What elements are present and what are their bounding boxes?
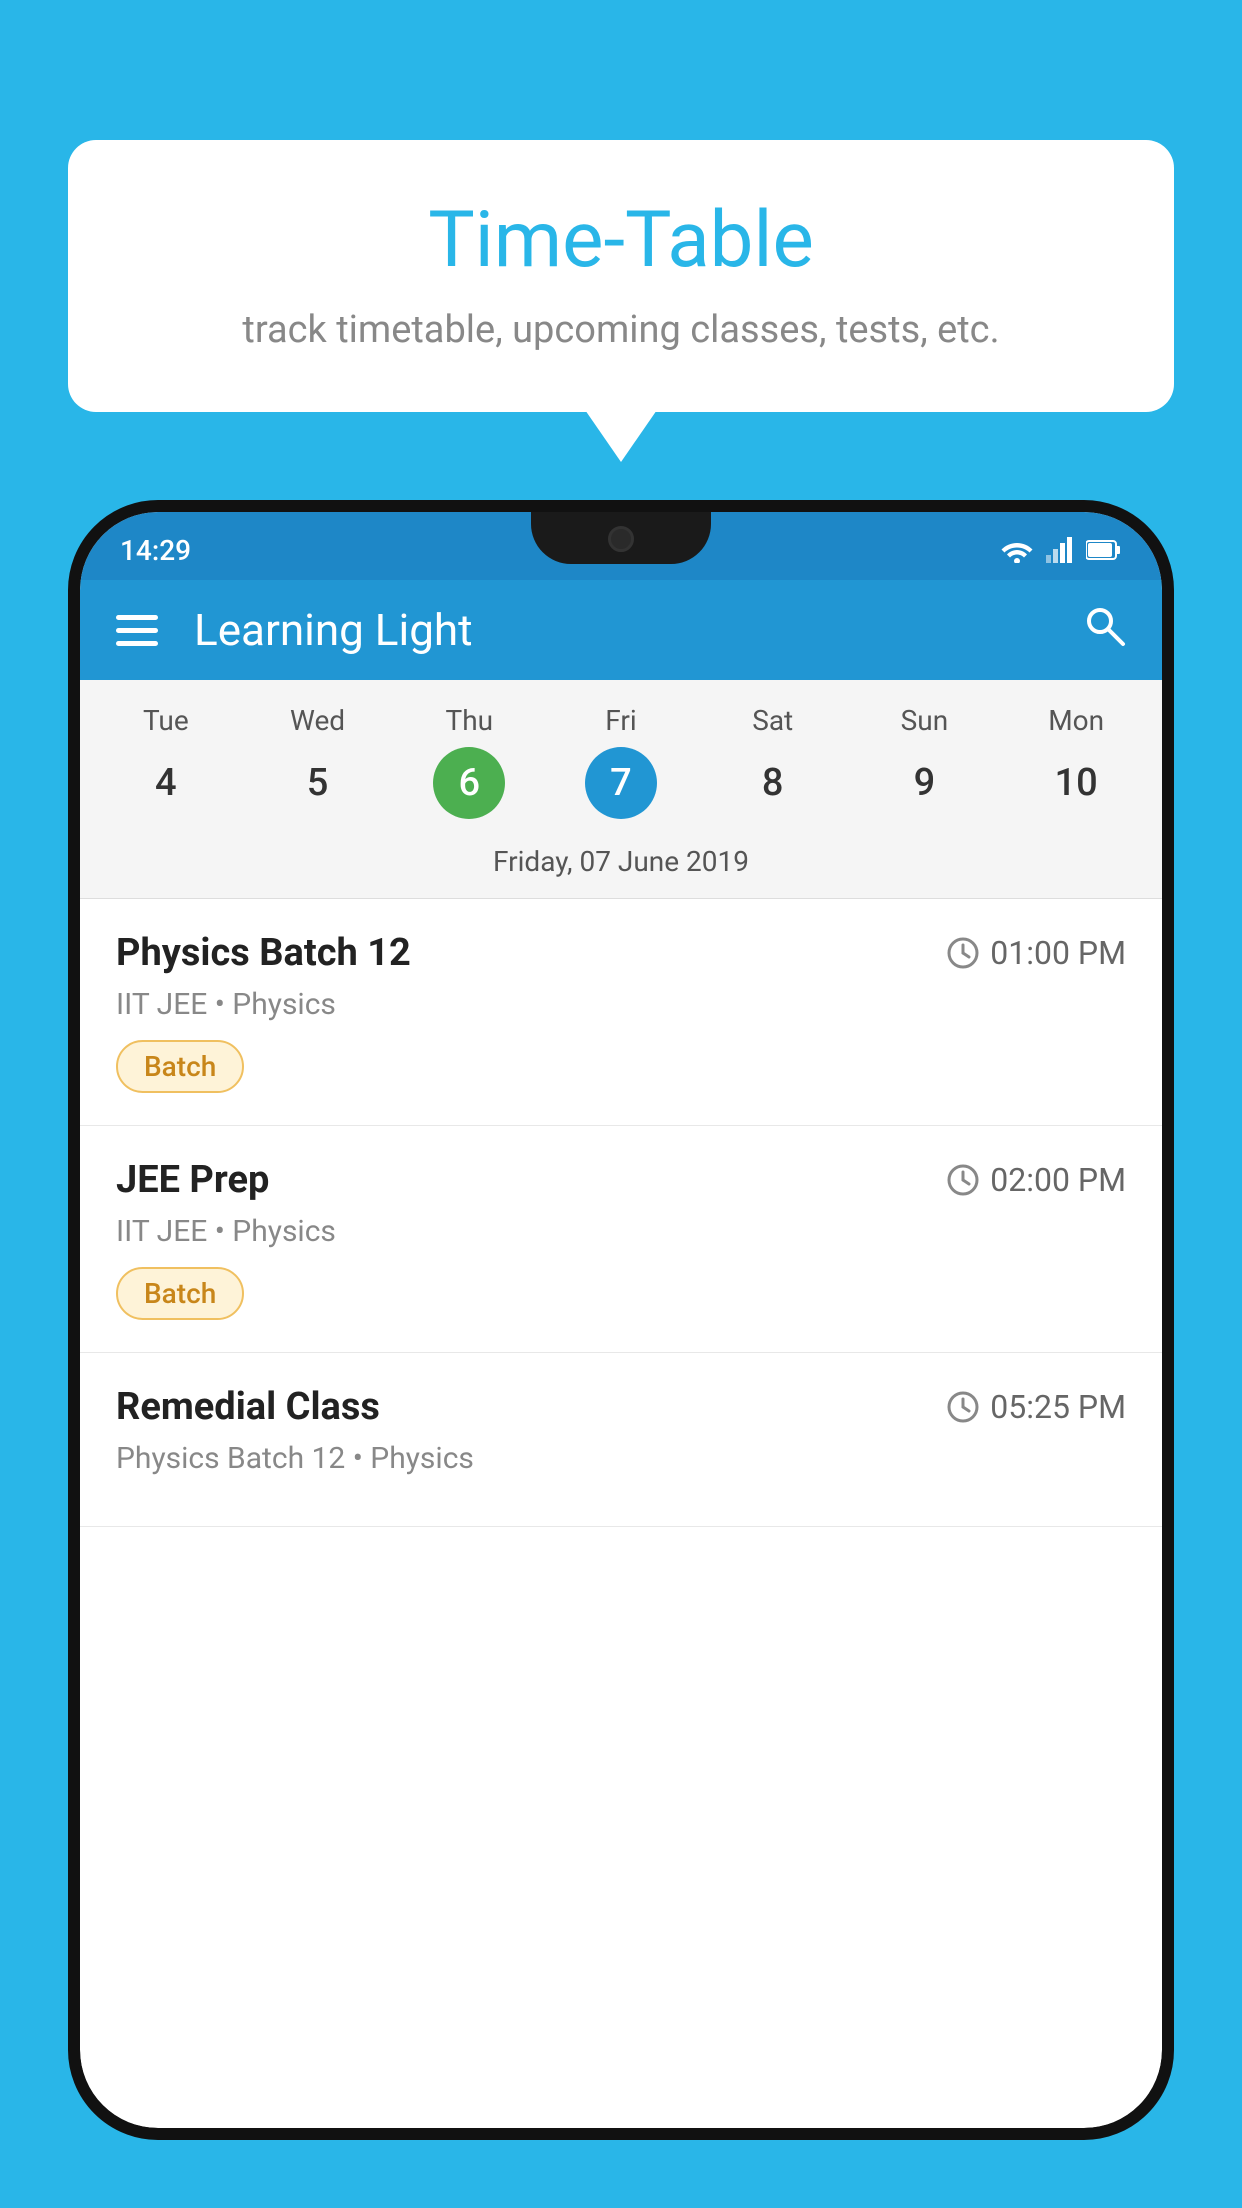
clock-icon-3 (946, 1390, 980, 1424)
schedule-item-physics-batch[interactable]: Physics Batch 12 01:00 PM IIT JEE • Phys… (80, 899, 1162, 1126)
schedule-item-title-3: Remedial Class (116, 1385, 380, 1429)
hamburger-line-1 (116, 615, 158, 620)
schedule-item-time-3: 05:25 PM (946, 1388, 1126, 1426)
date-circle-9: 9 (888, 747, 960, 819)
date-item-8[interactable]: 8 (697, 747, 849, 819)
volume-silent-button (68, 752, 78, 812)
search-button[interactable] (1082, 603, 1126, 658)
speech-bubble-container: Time-Table track timetable, upcoming cla… (68, 140, 1174, 412)
date-item-5[interactable]: 5 (242, 747, 394, 819)
weekdays-row: Tue Wed Thu Fri Sat Sun Mon (80, 704, 1162, 737)
weekday-thu: Thu (393, 704, 545, 737)
date-item-4[interactable]: 4 (90, 747, 242, 819)
schedule-item-subtitle-1: IIT JEE • Physics (116, 987, 1126, 1022)
date-circle-8: 8 (737, 747, 809, 819)
battery-icon (1086, 539, 1122, 561)
date-item-9[interactable]: 9 (849, 747, 1001, 819)
phone-container: 14:29 (68, 500, 1174, 2208)
calendar-strip: Tue Wed Thu Fri Sat Sun Mon 4 5 (80, 680, 1162, 899)
date-circle-5: 5 (282, 747, 354, 819)
schedule-item-title-1: Physics Batch 12 (116, 931, 411, 975)
date-item-10[interactable]: 10 (1000, 747, 1152, 819)
clock-icon-2 (946, 1163, 980, 1197)
phone-camera (608, 526, 634, 552)
status-icons (1000, 537, 1122, 563)
hamburger-line-3 (116, 641, 158, 646)
schedule-item-header-1: Physics Batch 12 01:00 PM (116, 931, 1126, 975)
time-label-3: 05:25 PM (990, 1388, 1126, 1426)
schedule-item-jee-prep[interactable]: JEE Prep 02:00 PM IIT JEE • Physics Batc… (80, 1126, 1162, 1353)
time-label-2: 02:00 PM (990, 1161, 1126, 1199)
date-circle-10: 10 (1040, 747, 1112, 819)
dates-row: 4 5 6 7 8 9 (80, 747, 1162, 819)
speech-bubble: Time-Table track timetable, upcoming cla… (68, 140, 1174, 412)
schedule-item-remedial[interactable]: Remedial Class 05:25 PM Physics Batch 12… (80, 1353, 1162, 1527)
weekday-tue: Tue (90, 704, 242, 737)
weekday-mon: Mon (1000, 704, 1152, 737)
schedule-item-time-2: 02:00 PM (946, 1161, 1126, 1199)
schedule-item-header-2: JEE Prep 02:00 PM (116, 1158, 1126, 1202)
date-circle-4: 4 (130, 747, 202, 819)
date-item-6[interactable]: 6 (393, 747, 545, 819)
app-title: Learning Light (194, 604, 1082, 656)
status-time: 14:29 (120, 534, 191, 567)
weekday-fri: Fri (545, 704, 697, 737)
schedule-item-subtitle-3: Physics Batch 12 • Physics (116, 1441, 1126, 1476)
hamburger-line-2 (116, 628, 158, 633)
weekday-sun: Sun (849, 704, 1001, 737)
schedule-container: Physics Batch 12 01:00 PM IIT JEE • Phys… (80, 899, 1162, 1527)
wifi-icon (1000, 537, 1034, 563)
weekday-wed: Wed (242, 704, 394, 737)
bubble-title: Time-Table (128, 195, 1114, 286)
schedule-item-subtitle-2: IIT JEE • Physics (116, 1214, 1126, 1249)
app-bar: Learning Light (80, 580, 1162, 680)
volume-up-button (68, 842, 78, 952)
bubble-subtitle: track timetable, upcoming classes, tests… (128, 308, 1114, 352)
schedule-item-header-3: Remedial Class 05:25 PM (116, 1385, 1126, 1429)
signal-icon (1046, 537, 1074, 563)
date-item-7[interactable]: 7 (545, 747, 697, 819)
schedule-item-title-2: JEE Prep (116, 1158, 269, 1202)
date-circle-6-today: 6 (433, 747, 505, 819)
hamburger-menu-icon[interactable] (116, 615, 158, 646)
phone-screen: 14:29 (80, 512, 1162, 2128)
date-circle-7-selected: 7 (585, 747, 657, 819)
selected-date-label: Friday, 07 June 2019 (80, 835, 1162, 899)
clock-icon-1 (946, 936, 980, 970)
schedule-item-time-1: 01:00 PM (946, 934, 1126, 972)
phone-notch (531, 512, 711, 564)
weekday-sat: Sat (697, 704, 849, 737)
batch-badge-2: Batch (116, 1267, 244, 1320)
phone-frame: 14:29 (68, 500, 1174, 2140)
power-button (1164, 852, 1174, 932)
volume-down-button (68, 972, 78, 1082)
time-label-1: 01:00 PM (990, 934, 1126, 972)
batch-badge-1: Batch (116, 1040, 244, 1093)
